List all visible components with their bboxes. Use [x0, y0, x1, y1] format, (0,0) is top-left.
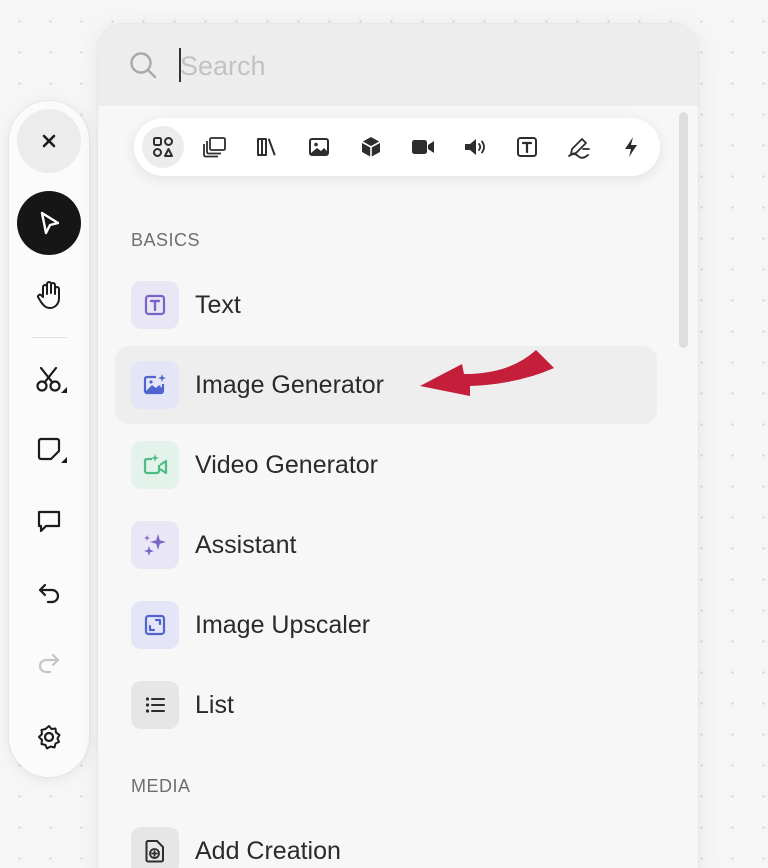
video-icon	[412, 140, 434, 154]
item-icon-bg	[131, 827, 179, 868]
category-library[interactable]	[246, 126, 288, 168]
scissors-icon	[36, 366, 61, 392]
sign-pen-icon	[568, 138, 590, 159]
section-label-media: MEDIA	[131, 776, 191, 796]
menu-item-add-creation[interactable]: Add Creation	[115, 812, 657, 868]
section-label-basics: BASICS	[131, 230, 201, 250]
layers-icon	[203, 137, 226, 158]
category-audio[interactable]	[454, 126, 496, 168]
comment-icon	[37, 510, 61, 533]
menu-item-image-generator[interactable]: Image Generator	[115, 346, 657, 424]
search-bar	[98, 24, 698, 106]
menu-item-assistant[interactable]: Assistant	[115, 506, 657, 584]
toolbar-divider	[31, 337, 67, 338]
item-icon-bg	[131, 441, 179, 489]
category-filter-bar	[134, 118, 660, 176]
category-actions[interactable]	[610, 126, 652, 168]
hand-tool-button[interactable]	[17, 263, 81, 327]
audio-icon	[465, 139, 485, 155]
pointer-icon	[40, 211, 60, 235]
sticky-note-tool-button[interactable]	[17, 417, 81, 481]
menu-item-label: List	[195, 691, 234, 719]
menu-item-video-generator[interactable]: Video Generator	[115, 426, 657, 504]
search-input[interactable]	[178, 46, 658, 86]
add-file-icon	[145, 840, 164, 863]
undo-button[interactable]	[17, 561, 81, 625]
undo-icon	[38, 583, 60, 604]
all-grid-icon	[153, 137, 173, 157]
item-icon-bg	[131, 361, 179, 409]
redo-button[interactable]	[17, 631, 81, 695]
settings-button[interactable]	[17, 705, 81, 769]
category-all[interactable]	[142, 126, 184, 168]
menu-item-list[interactable]: List	[115, 666, 657, 744]
category-text[interactable]	[506, 126, 548, 168]
select-tool-button[interactable]	[17, 191, 81, 255]
menu-item-label: Image Upscaler	[195, 611, 371, 639]
text-box-icon	[144, 294, 166, 316]
menu-item-label: Video Generator	[195, 451, 378, 479]
menu-item-label: Text	[195, 291, 241, 319]
library-icon	[257, 138, 276, 156]
close-icon	[42, 134, 56, 148]
submenu-indicator	[61, 387, 67, 393]
left-toolbar	[9, 101, 89, 777]
menu-item-label: Add Creation	[195, 837, 341, 865]
menu-item-image-upscaler[interactable]: Image Upscaler	[115, 586, 657, 664]
category-video[interactable]	[402, 126, 444, 168]
close-button[interactable]	[17, 109, 81, 173]
annotation-arrow-icon	[420, 350, 554, 396]
list-icon	[145, 697, 165, 713]
item-icon-bg	[131, 281, 179, 329]
scissors-tool-button[interactable]	[17, 347, 81, 411]
upscale-icon	[144, 614, 166, 636]
category-images[interactable]	[298, 126, 340, 168]
image-icon	[309, 138, 329, 156]
lightning-icon	[625, 137, 637, 157]
item-icon-bg	[131, 601, 179, 649]
video-sparkle-icon	[143, 454, 168, 475]
image-sparkle-icon	[143, 374, 166, 395]
sparkles-icon	[144, 534, 166, 556]
settings-gear-icon	[38, 725, 61, 750]
scrollbar-thumb[interactable]	[679, 112, 688, 348]
search-icon	[130, 52, 157, 79]
item-icon-bg	[131, 681, 179, 729]
cube-3d-icon	[361, 137, 381, 157]
menu-item-label: Assistant	[195, 531, 297, 559]
menu-item-text[interactable]: Text	[115, 266, 657, 344]
insert-menu-panel: BASICS Text Image Generator	[98, 24, 698, 868]
menu-item-label: Image Generator	[195, 371, 384, 399]
sticky-note-icon	[37, 437, 61, 461]
category-drawing[interactable]	[558, 126, 600, 168]
text-box-icon	[517, 137, 537, 157]
item-icon-bg	[131, 521, 179, 569]
redo-icon	[38, 653, 60, 674]
comment-tool-button[interactable]	[17, 489, 81, 553]
submenu-indicator	[61, 457, 67, 463]
category-3d[interactable]	[350, 126, 392, 168]
hand-icon	[37, 281, 60, 309]
text-caret	[179, 48, 181, 82]
category-layers[interactable]	[194, 126, 236, 168]
